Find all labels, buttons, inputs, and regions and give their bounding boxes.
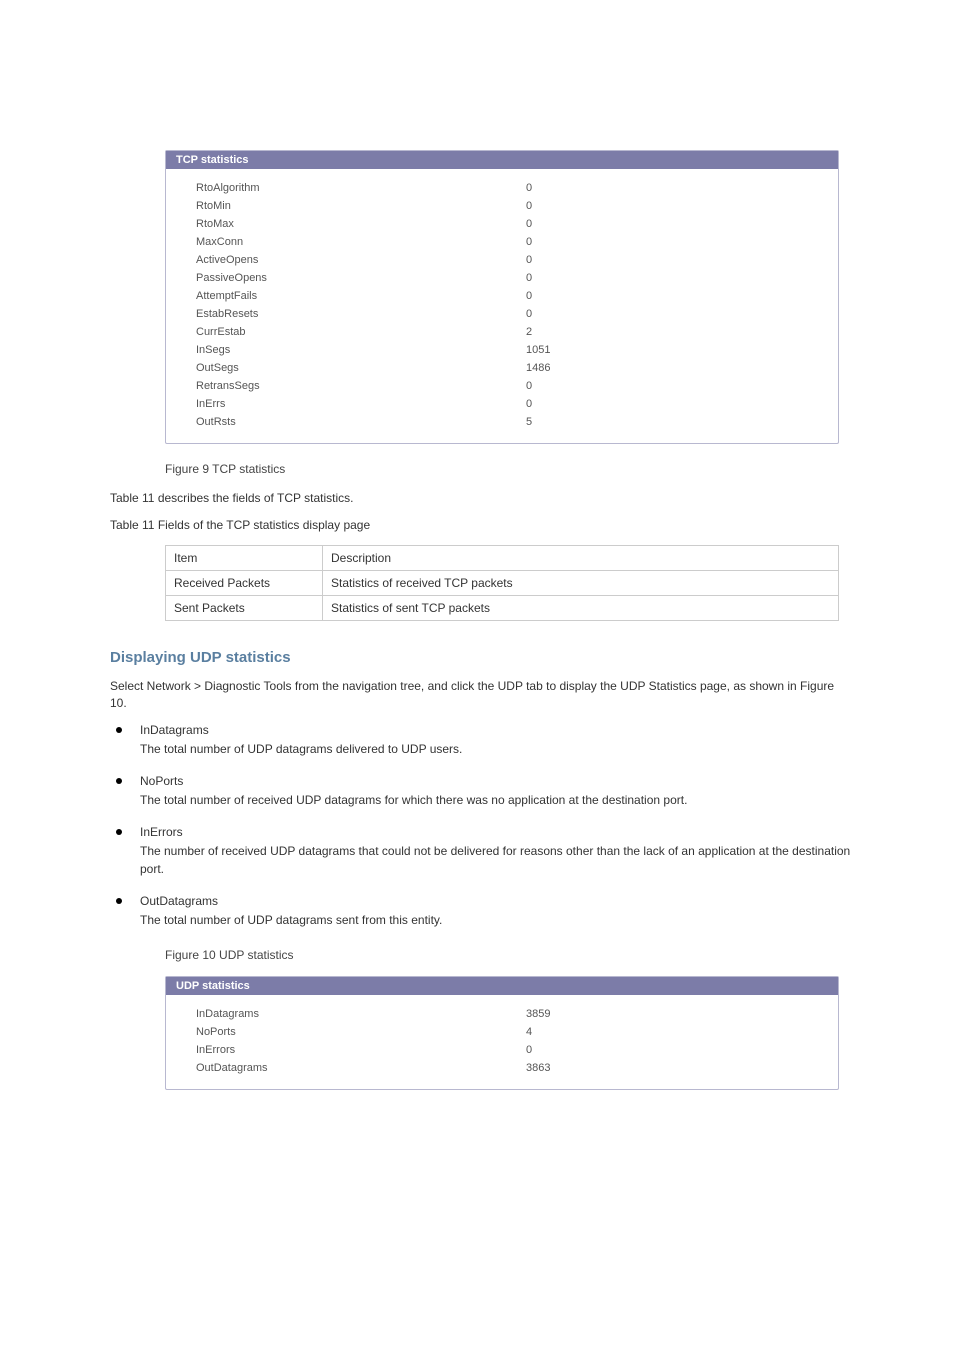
bullet-desc: The total number of UDP datagrams sent f…: [140, 912, 854, 929]
table-row: EstabResets0: [196, 305, 818, 323]
table-row: AttemptFails0: [196, 287, 818, 305]
table-row: InErrs0: [196, 395, 818, 413]
table-row: Received Packets Statistics of received …: [166, 570, 839, 595]
stat-label: InDatagrams: [196, 1005, 526, 1023]
bullet-icon: [116, 727, 122, 733]
table-row: OutSegs1486: [196, 359, 818, 377]
stat-label: EstabResets: [196, 305, 526, 323]
table-row: RtoMin0: [196, 197, 818, 215]
stat-value: 3863: [526, 1059, 550, 1077]
list-item: InDatagrams The total number of UDP data…: [110, 723, 854, 758]
table-cell: Statistics of received TCP packets: [323, 570, 839, 595]
list-item: NoPorts The total number of received UDP…: [110, 774, 854, 809]
table-row: PassiveOpens0: [196, 269, 818, 287]
bullet-desc: The total number of UDP datagrams delive…: [140, 741, 854, 758]
table-cell: Received Packets: [166, 570, 323, 595]
bullet-head: InErrors: [140, 825, 854, 839]
table-row: InErrors0: [196, 1041, 818, 1059]
tcp-panel-title: TCP statistics: [166, 151, 838, 169]
stat-label: CurrEstab: [196, 323, 526, 341]
bullet-desc: The total number of received UDP datagra…: [140, 792, 854, 809]
table-row: InDatagrams3859: [196, 1005, 818, 1023]
bullet-icon: [116, 778, 122, 784]
stat-label: InSegs: [196, 341, 526, 359]
bullet-desc: The number of received UDP datagrams tha…: [140, 843, 854, 878]
stat-value: 3859: [526, 1005, 550, 1023]
figure-10-caption: Figure 10 UDP statistics: [165, 948, 854, 962]
stat-label: OutSegs: [196, 359, 526, 377]
stat-value: 0: [526, 305, 532, 323]
stat-value: 0: [526, 233, 532, 251]
stat-label: OutDatagrams: [196, 1059, 526, 1077]
stat-value: 0: [526, 377, 532, 395]
stat-value: 0: [526, 395, 532, 413]
stat-label: ActiveOpens: [196, 251, 526, 269]
table-header-item: Item: [166, 545, 323, 570]
stat-value: 1486: [526, 359, 550, 377]
table-header-desc: Description: [323, 545, 839, 570]
table-row: MaxConn0: [196, 233, 818, 251]
stat-label: RtoMin: [196, 197, 526, 215]
stat-label: PassiveOpens: [196, 269, 526, 287]
table-row: Sent Packets Statistics of sent TCP pack…: [166, 595, 839, 620]
udp-stats-panel: UDP statistics InDatagrams3859 NoPorts4 …: [165, 976, 839, 1090]
list-item: OutDatagrams The total number of UDP dat…: [110, 894, 854, 929]
table-cell: Sent Packets: [166, 595, 323, 620]
stat-value: 0: [526, 179, 532, 197]
table-row: OutDatagrams3863: [196, 1059, 818, 1077]
table-row: OutRsts5: [196, 413, 818, 431]
bullet-icon: [116, 829, 122, 835]
stat-label: InErrors: [196, 1041, 526, 1059]
table-row: CurrEstab2: [196, 323, 818, 341]
stat-label: RtoAlgorithm: [196, 179, 526, 197]
bullet-icon: [116, 898, 122, 904]
udp-intro: Select Network > Diagnostic Tools from t…: [110, 678, 854, 713]
table-row: InSegs1051: [196, 341, 818, 359]
table-row: Item Description: [166, 545, 839, 570]
stat-value: 0: [526, 1041, 532, 1059]
stat-label: OutRsts: [196, 413, 526, 431]
stat-label: InErrs: [196, 395, 526, 413]
stat-label: RtoMax: [196, 215, 526, 233]
table-row: RtoMax0: [196, 215, 818, 233]
table-row: NoPorts4: [196, 1023, 818, 1041]
table-row: RtoAlgorithm0: [196, 179, 818, 197]
bullet-head: OutDatagrams: [140, 894, 854, 908]
list-item: InErrors The number of received UDP data…: [110, 825, 854, 878]
stat-value: 5: [526, 413, 532, 431]
stat-value: 0: [526, 197, 532, 215]
stat-label: AttemptFails: [196, 287, 526, 305]
table-row: RetransSegs0: [196, 377, 818, 395]
stat-value: 0: [526, 215, 532, 233]
stat-value: 0: [526, 269, 532, 287]
udp-bullet-list: InDatagrams The total number of UDP data…: [110, 723, 854, 930]
stat-value: 1051: [526, 341, 550, 359]
stat-value: 0: [526, 287, 532, 305]
tcp-fields-table: Item Description Received Packets Statis…: [165, 545, 839, 621]
stat-label: RetransSegs: [196, 377, 526, 395]
figure-9-caption: Figure 9 TCP statistics: [165, 462, 854, 476]
stat-value: 2: [526, 323, 532, 341]
stat-label: NoPorts: [196, 1023, 526, 1041]
tcp-panel-body: RtoAlgorithm0 RtoMin0 RtoMax0 MaxConn0 A…: [166, 169, 838, 443]
table-cell: Statistics of sent TCP packets: [323, 595, 839, 620]
stat-label: MaxConn: [196, 233, 526, 251]
tcp-stats-panel: TCP statistics RtoAlgorithm0 RtoMin0 Rto…: [165, 150, 839, 444]
udp-heading: Displaying UDP statistics: [110, 649, 854, 666]
bullet-head: InDatagrams: [140, 723, 854, 737]
tcp-table-caption: Table 11 describes the fields of TCP sta…: [110, 490, 854, 507]
bullet-head: NoPorts: [140, 774, 854, 788]
stat-value: 0: [526, 251, 532, 269]
udp-panel-title: UDP statistics: [166, 977, 838, 995]
table-row: ActiveOpens0: [196, 251, 818, 269]
stat-value: 4: [526, 1023, 532, 1041]
tcp-table-title: Table 11 Fields of the TCP statistics di…: [110, 517, 854, 534]
udp-panel-body: InDatagrams3859 NoPorts4 InErrors0 OutDa…: [166, 995, 838, 1089]
